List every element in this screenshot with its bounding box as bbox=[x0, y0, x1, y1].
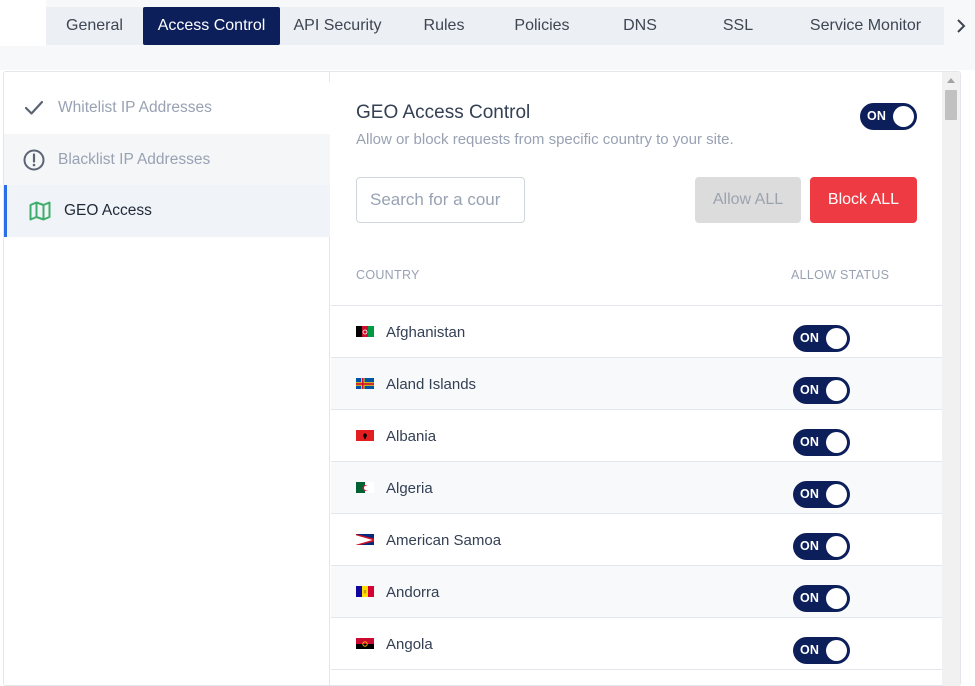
toggle-label: ON bbox=[800, 383, 820, 397]
map-icon bbox=[28, 199, 52, 223]
allow-status-toggle[interactable]: ON bbox=[793, 533, 850, 560]
country-name: Afghanistan bbox=[386, 324, 466, 341]
toggle-knob bbox=[826, 536, 847, 557]
column-header-country: COUNTRY bbox=[356, 268, 420, 282]
country-table: Afghanistan ON Aland Islands ON Albania … bbox=[331, 306, 942, 670]
toggle-label: ON bbox=[800, 331, 820, 345]
table-row: Afghanistan ON bbox=[331, 306, 942, 358]
toggle-label: ON bbox=[800, 435, 820, 449]
tab-bar-spacer bbox=[0, 0, 46, 46]
toggle-label: ON bbox=[800, 591, 820, 605]
tab-api-security[interactable]: API Security bbox=[280, 7, 395, 45]
chevron-right-icon bbox=[957, 19, 966, 33]
tab-ssl[interactable]: SSL bbox=[689, 7, 787, 45]
toggle-label: ON bbox=[800, 487, 820, 501]
tab-access-control[interactable]: Access Control bbox=[143, 7, 280, 45]
scroll-up-arrow-icon[interactable] bbox=[942, 74, 960, 86]
table-row: Angola ON bbox=[331, 618, 942, 670]
toggle-knob bbox=[826, 588, 847, 609]
top-tab-bar: General Access Control API Security Rule… bbox=[0, 0, 975, 70]
sidebar-item-whitelist[interactable]: Whitelist IP Addresses bbox=[4, 82, 330, 134]
sidebar-item-label: Blacklist IP Addresses bbox=[58, 151, 211, 168]
check-icon bbox=[22, 96, 46, 120]
table-row: Andorra ON bbox=[331, 566, 942, 618]
country-name: American Samoa bbox=[386, 532, 502, 549]
tab-rules[interactable]: Rules bbox=[395, 7, 493, 45]
toggle-knob bbox=[893, 106, 914, 127]
country-name: Andorra bbox=[386, 584, 440, 601]
column-header-allow-status: ALLOW STATUS bbox=[791, 268, 890, 282]
sidebar-item-label: GEO Access bbox=[64, 202, 152, 219]
country-name: Algeria bbox=[386, 480, 433, 497]
flag-albania-icon bbox=[356, 429, 374, 441]
access-control-panel: Whitelist IP Addresses Blacklist IP Addr… bbox=[3, 71, 961, 686]
sidebar-item-geo-access[interactable]: GEO Access bbox=[4, 185, 330, 237]
toggle-label: ON bbox=[800, 539, 820, 553]
flag-afghanistan-icon bbox=[356, 325, 374, 337]
toggle-knob bbox=[826, 432, 847, 453]
toggle-knob bbox=[826, 328, 847, 349]
page-title: GEO Access Control bbox=[356, 102, 531, 123]
toggle-knob bbox=[826, 380, 847, 401]
allow-status-toggle[interactable]: ON bbox=[793, 377, 850, 404]
flag-angola-icon bbox=[356, 637, 374, 649]
toggle-label: ON bbox=[800, 643, 820, 657]
flag-andorra-icon bbox=[356, 585, 374, 597]
country-name: Albania bbox=[386, 428, 437, 445]
sidebar-item-label: Whitelist IP Addresses bbox=[58, 99, 212, 116]
allow-status-toggle[interactable]: ON bbox=[793, 585, 850, 612]
toggle-knob bbox=[826, 484, 847, 505]
tab-policies[interactable]: Policies bbox=[493, 7, 591, 45]
allow-status-toggle[interactable]: ON bbox=[793, 637, 850, 664]
country-name: Aland Islands bbox=[386, 376, 477, 393]
country-search-input[interactable] bbox=[356, 177, 525, 223]
page-subtitle: Allow or block requests from specific co… bbox=[356, 131, 734, 148]
toggle-label: ON bbox=[867, 109, 887, 123]
sidebar: Whitelist IP Addresses Blacklist IP Addr… bbox=[4, 72, 330, 685]
allow-all-button[interactable]: Allow ALL bbox=[695, 177, 801, 223]
table-row: Algeria ON bbox=[331, 462, 942, 514]
flag-american-samoa-icon bbox=[356, 533, 374, 545]
tabs-next-button[interactable] bbox=[948, 8, 974, 44]
country-name: Angola bbox=[386, 636, 433, 653]
scrollbar-thumb[interactable] bbox=[945, 90, 957, 120]
allow-status-toggle[interactable]: ON bbox=[793, 481, 850, 508]
vertical-scrollbar[interactable] bbox=[942, 72, 960, 686]
sidebar-item-blacklist[interactable]: Blacklist IP Addresses bbox=[4, 134, 330, 186]
tab-service-monitor[interactable]: Service Monitor bbox=[787, 7, 944, 45]
allow-status-toggle[interactable]: ON bbox=[793, 325, 850, 352]
table-row: Albania ON bbox=[331, 410, 942, 462]
toggle-knob bbox=[826, 640, 847, 661]
flag-aland-islands-icon bbox=[356, 377, 374, 389]
geo-access-toggle[interactable]: ON bbox=[860, 103, 917, 130]
alert-circle-icon bbox=[22, 148, 46, 172]
table-row: American Samoa ON bbox=[331, 514, 942, 566]
block-all-button[interactable]: Block ALL bbox=[810, 177, 917, 223]
geo-access-content: GEO Access Control Allow or block reques… bbox=[331, 72, 942, 685]
tab-general[interactable]: General bbox=[46, 7, 143, 45]
tab-dns[interactable]: DNS bbox=[591, 7, 689, 45]
allow-status-toggle[interactable]: ON bbox=[793, 429, 850, 456]
flag-algeria-icon bbox=[356, 481, 374, 493]
tab-list: General Access Control API Security Rule… bbox=[46, 7, 944, 45]
table-row: Aland Islands ON bbox=[331, 358, 942, 410]
